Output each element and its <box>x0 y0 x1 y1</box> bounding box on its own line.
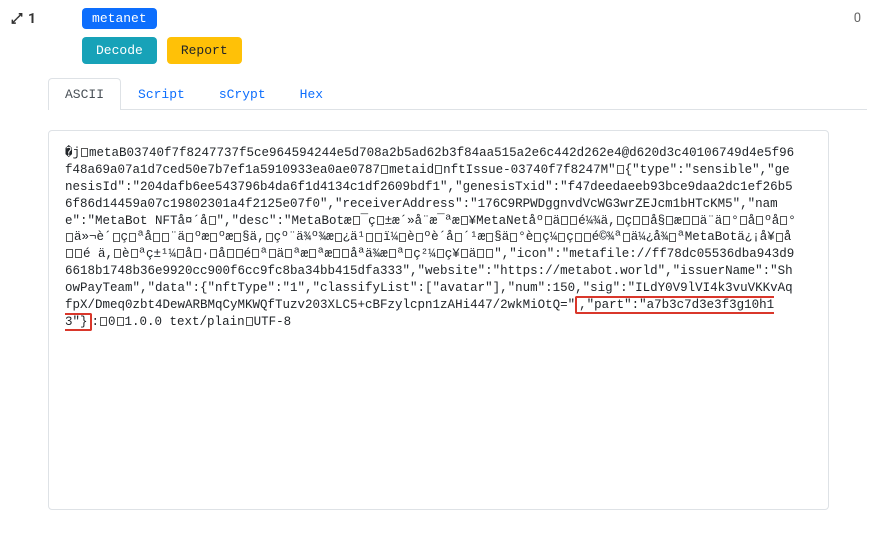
highlighted-part: ,"part":"a7b3c7d3e3f3g10h13"} <box>65 296 774 331</box>
button-row: Decode Report <box>82 37 867 64</box>
tab-script[interactable]: Script <box>121 78 202 110</box>
ascii-content[interactable]: �jmetaB03740f7f8247737f5ce964594244e5d70… <box>65 145 812 495</box>
metanet-tag[interactable]: metanet <box>82 8 157 29</box>
tabs: ASCII Script sCrypt Hex <box>48 78 867 110</box>
input-icon: 1 <box>10 11 36 27</box>
tab-hex[interactable]: Hex <box>283 78 340 110</box>
tab-scrypt[interactable]: sCrypt <box>202 78 283 110</box>
input-index: 1 <box>28 11 36 27</box>
content-panel: �jmetaB03740f7f8247737f5ce964594244e5d70… <box>48 130 829 510</box>
tab-ascii[interactable]: ASCII <box>48 78 121 110</box>
header-row: 1 metanet 0 <box>10 8 867 29</box>
decode-button[interactable]: Decode <box>82 37 157 64</box>
output-count: 0 <box>854 11 867 26</box>
report-button[interactable]: Report <box>167 37 242 64</box>
